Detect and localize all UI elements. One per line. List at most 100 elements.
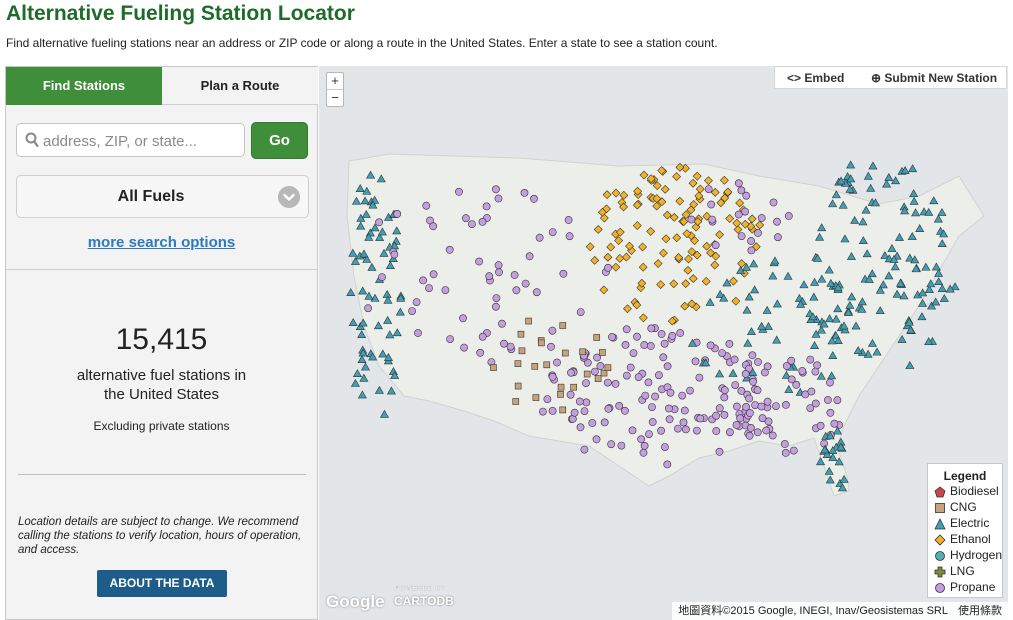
zoom-out-button[interactable]: − [327,90,343,106]
propane-station-marker[interactable] [681,425,690,434]
propane-station-marker[interactable] [611,379,620,388]
propane-station-marker[interactable] [548,326,557,335]
propane-station-marker[interactable] [687,215,696,224]
cng-station-marker[interactable] [594,375,602,382]
propane-station-marker[interactable] [530,194,538,203]
propane-station-marker[interactable] [806,404,815,412]
propane-station-marker[interactable] [646,342,655,350]
propane-station-marker[interactable] [823,396,832,404]
cng-station-marker[interactable] [557,391,564,398]
propane-station-marker[interactable] [736,414,745,423]
cng-station-marker[interactable] [557,383,565,391]
propane-station-marker[interactable] [751,401,759,409]
propane-station-marker[interactable] [665,415,674,424]
propane-station-marker[interactable] [730,355,739,364]
propane-station-marker[interactable] [696,414,705,423]
propane-station-marker[interactable] [603,378,612,387]
propane-station-marker[interactable] [455,187,463,196]
cng-station-marker[interactable] [583,370,591,378]
zoom-in-button[interactable]: + [327,73,343,90]
propane-station-marker[interactable] [659,353,668,362]
propane-station-marker[interactable] [768,431,777,440]
propane-station-marker[interactable] [811,367,820,376]
more-search-options-link[interactable]: more search options [6,234,317,251]
propane-station-marker[interactable] [375,218,383,227]
cng-station-marker[interactable] [490,364,497,371]
propane-station-marker[interactable] [816,421,825,430]
propane-station-marker[interactable] [378,273,386,281]
propane-station-marker[interactable] [621,340,630,349]
propane-station-marker[interactable] [548,372,557,381]
propane-station-marker[interactable] [408,307,416,315]
propane-station-marker[interactable] [773,233,782,242]
cng-station-marker[interactable] [599,349,606,356]
propane-station-marker[interactable] [478,332,487,341]
cng-station-marker[interactable] [543,361,551,369]
propane-station-marker[interactable] [615,401,624,410]
propane-station-marker[interactable] [745,409,754,417]
propane-station-marker[interactable] [758,414,767,423]
propane-station-marker[interactable] [763,397,772,406]
cng-station-marker[interactable] [517,330,525,338]
propane-station-marker[interactable] [641,391,650,400]
propane-station-marker[interactable] [393,209,402,218]
propane-station-marker[interactable] [648,403,656,411]
propane-station-marker[interactable] [565,232,574,241]
propane-station-marker[interactable] [663,362,672,371]
propane-station-marker[interactable] [712,427,721,435]
propane-station-marker[interactable] [789,446,798,455]
propane-station-marker[interactable] [535,233,544,242]
propane-station-marker[interactable] [441,286,450,294]
propane-station-marker[interactable] [521,279,530,288]
propane-station-marker[interactable] [498,319,506,328]
propane-station-marker[interactable] [637,435,646,444]
propane-station-marker[interactable] [639,448,648,457]
propane-station-marker[interactable] [657,330,666,338]
propane-station-marker[interactable] [792,380,801,389]
propane-station-marker[interactable] [576,308,585,316]
propane-station-marker[interactable] [715,447,724,456]
propane-station-marker[interactable] [520,189,529,197]
propane-station-marker[interactable] [590,367,599,376]
propane-station-marker[interactable] [644,378,653,387]
propane-station-marker[interactable] [467,220,476,228]
propane-station-marker[interactable] [749,377,757,386]
propane-station-marker[interactable] [608,333,616,341]
propane-station-marker[interactable] [673,424,682,433]
propane-station-marker[interactable] [715,404,724,413]
propane-station-marker[interactable] [567,368,575,377]
propane-station-marker[interactable] [771,402,780,410]
search-box[interactable] [16,123,245,157]
propane-station-marker[interactable] [745,394,753,403]
propane-station-marker[interactable] [686,386,694,395]
propane-station-marker[interactable] [580,407,589,415]
propane-station-marker[interactable] [742,191,751,200]
propane-station-marker[interactable] [494,261,503,270]
cng-station-marker[interactable] [512,398,520,405]
propane-station-marker[interactable] [620,406,629,415]
propane-station-marker[interactable] [784,212,793,220]
propane-station-marker[interactable] [704,185,713,193]
propane-station-marker[interactable] [538,407,547,416]
propane-station-marker[interactable] [548,228,557,236]
propane-station-marker[interactable] [640,441,649,450]
propane-station-marker[interactable] [820,439,828,448]
propane-station-marker[interactable] [429,270,438,279]
propane-station-marker[interactable] [737,232,746,240]
propane-station-marker[interactable] [512,286,521,295]
propane-station-marker[interactable] [494,194,503,203]
propane-station-marker[interactable] [679,418,688,427]
propane-station-marker[interactable] [707,200,716,209]
cng-station-marker[interactable] [570,383,577,391]
propane-station-marker[interactable] [485,272,494,281]
fuel-type-select[interactable]: All Fuels [16,175,309,218]
propane-station-marker[interactable] [745,431,754,440]
embed-link[interactable]: <> Embed [787,71,844,85]
propane-station-marker[interactable] [676,329,685,337]
propane-station-marker[interactable] [510,271,519,279]
cng-station-marker[interactable] [559,322,567,329]
propane-station-marker[interactable] [482,202,491,211]
propane-station-marker[interactable] [626,363,635,372]
cng-station-marker[interactable] [514,360,522,367]
propane-station-marker[interactable] [798,367,807,375]
